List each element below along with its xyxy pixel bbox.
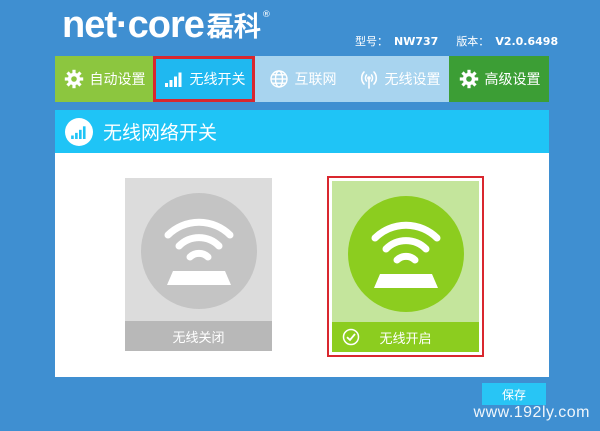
tab-wireless-settings[interactable]: 无线设置 bbox=[349, 56, 449, 102]
wireless-switch-panel: 无线网络开关 无线关闭 无线开启 bbox=[55, 110, 549, 377]
netcore-logo: net·core 磊科 ® bbox=[62, 4, 271, 46]
tab-label: 互联网 bbox=[294, 72, 337, 88]
tab-internet[interactable]: 互联网 bbox=[255, 56, 349, 102]
logo-wordmark: net·core bbox=[62, 4, 205, 46]
save-button[interactable]: 保存 bbox=[482, 383, 546, 405]
wireless-off-label: 无线关闭 bbox=[125, 321, 272, 351]
tab-label: 无线设置 bbox=[384, 72, 441, 88]
tab-label: 无线开关 bbox=[189, 72, 246, 88]
checkmark-circle-icon bbox=[342, 328, 360, 346]
wireless-off-option[interactable]: 无线关闭 bbox=[125, 178, 272, 351]
tab-wireless-switch[interactable]: 无线开关 bbox=[153, 56, 255, 102]
model-label: 型号： bbox=[355, 35, 388, 48]
router-circle bbox=[141, 193, 257, 309]
model-value: NW737 bbox=[394, 34, 439, 48]
signal-bars-icon bbox=[163, 68, 185, 90]
globe-icon bbox=[268, 68, 290, 90]
signal-bars-icon bbox=[65, 117, 93, 146]
gear-icon bbox=[458, 68, 480, 90]
wireless-on-label-row: 无线开启 bbox=[332, 322, 479, 352]
version-value: V2.0.6498 bbox=[495, 34, 559, 48]
router-wifi-icon bbox=[371, 221, 441, 288]
tab-label: 高级设置 bbox=[484, 72, 541, 88]
router-wifi-icon bbox=[164, 218, 234, 285]
model-version-info: 型号： NW737 版本： V2.0.6498 bbox=[355, 33, 595, 49]
tab-advanced-settings[interactable]: 高级设置 bbox=[449, 56, 549, 102]
registered-mark: ® bbox=[261, 10, 271, 20]
logo-chinese-name: 磊科 bbox=[206, 12, 261, 43]
panel-title: 无线网络开关 bbox=[103, 122, 218, 144]
wireless-on-option[interactable]: 无线开启 bbox=[332, 181, 479, 352]
panel-header: 无线网络开关 bbox=[55, 110, 549, 153]
wireless-on-label: 无线开启 bbox=[379, 331, 432, 347]
site-watermark: www.192ly.com bbox=[473, 404, 590, 421]
gear-icon bbox=[63, 68, 85, 90]
tab-auto-setup[interactable]: 自动设置 bbox=[55, 56, 153, 102]
tab-label: 自动设置 bbox=[89, 72, 146, 88]
version-label: 版本： bbox=[456, 35, 490, 48]
router-circle bbox=[348, 196, 464, 312]
wireless-antenna-icon bbox=[358, 68, 380, 90]
